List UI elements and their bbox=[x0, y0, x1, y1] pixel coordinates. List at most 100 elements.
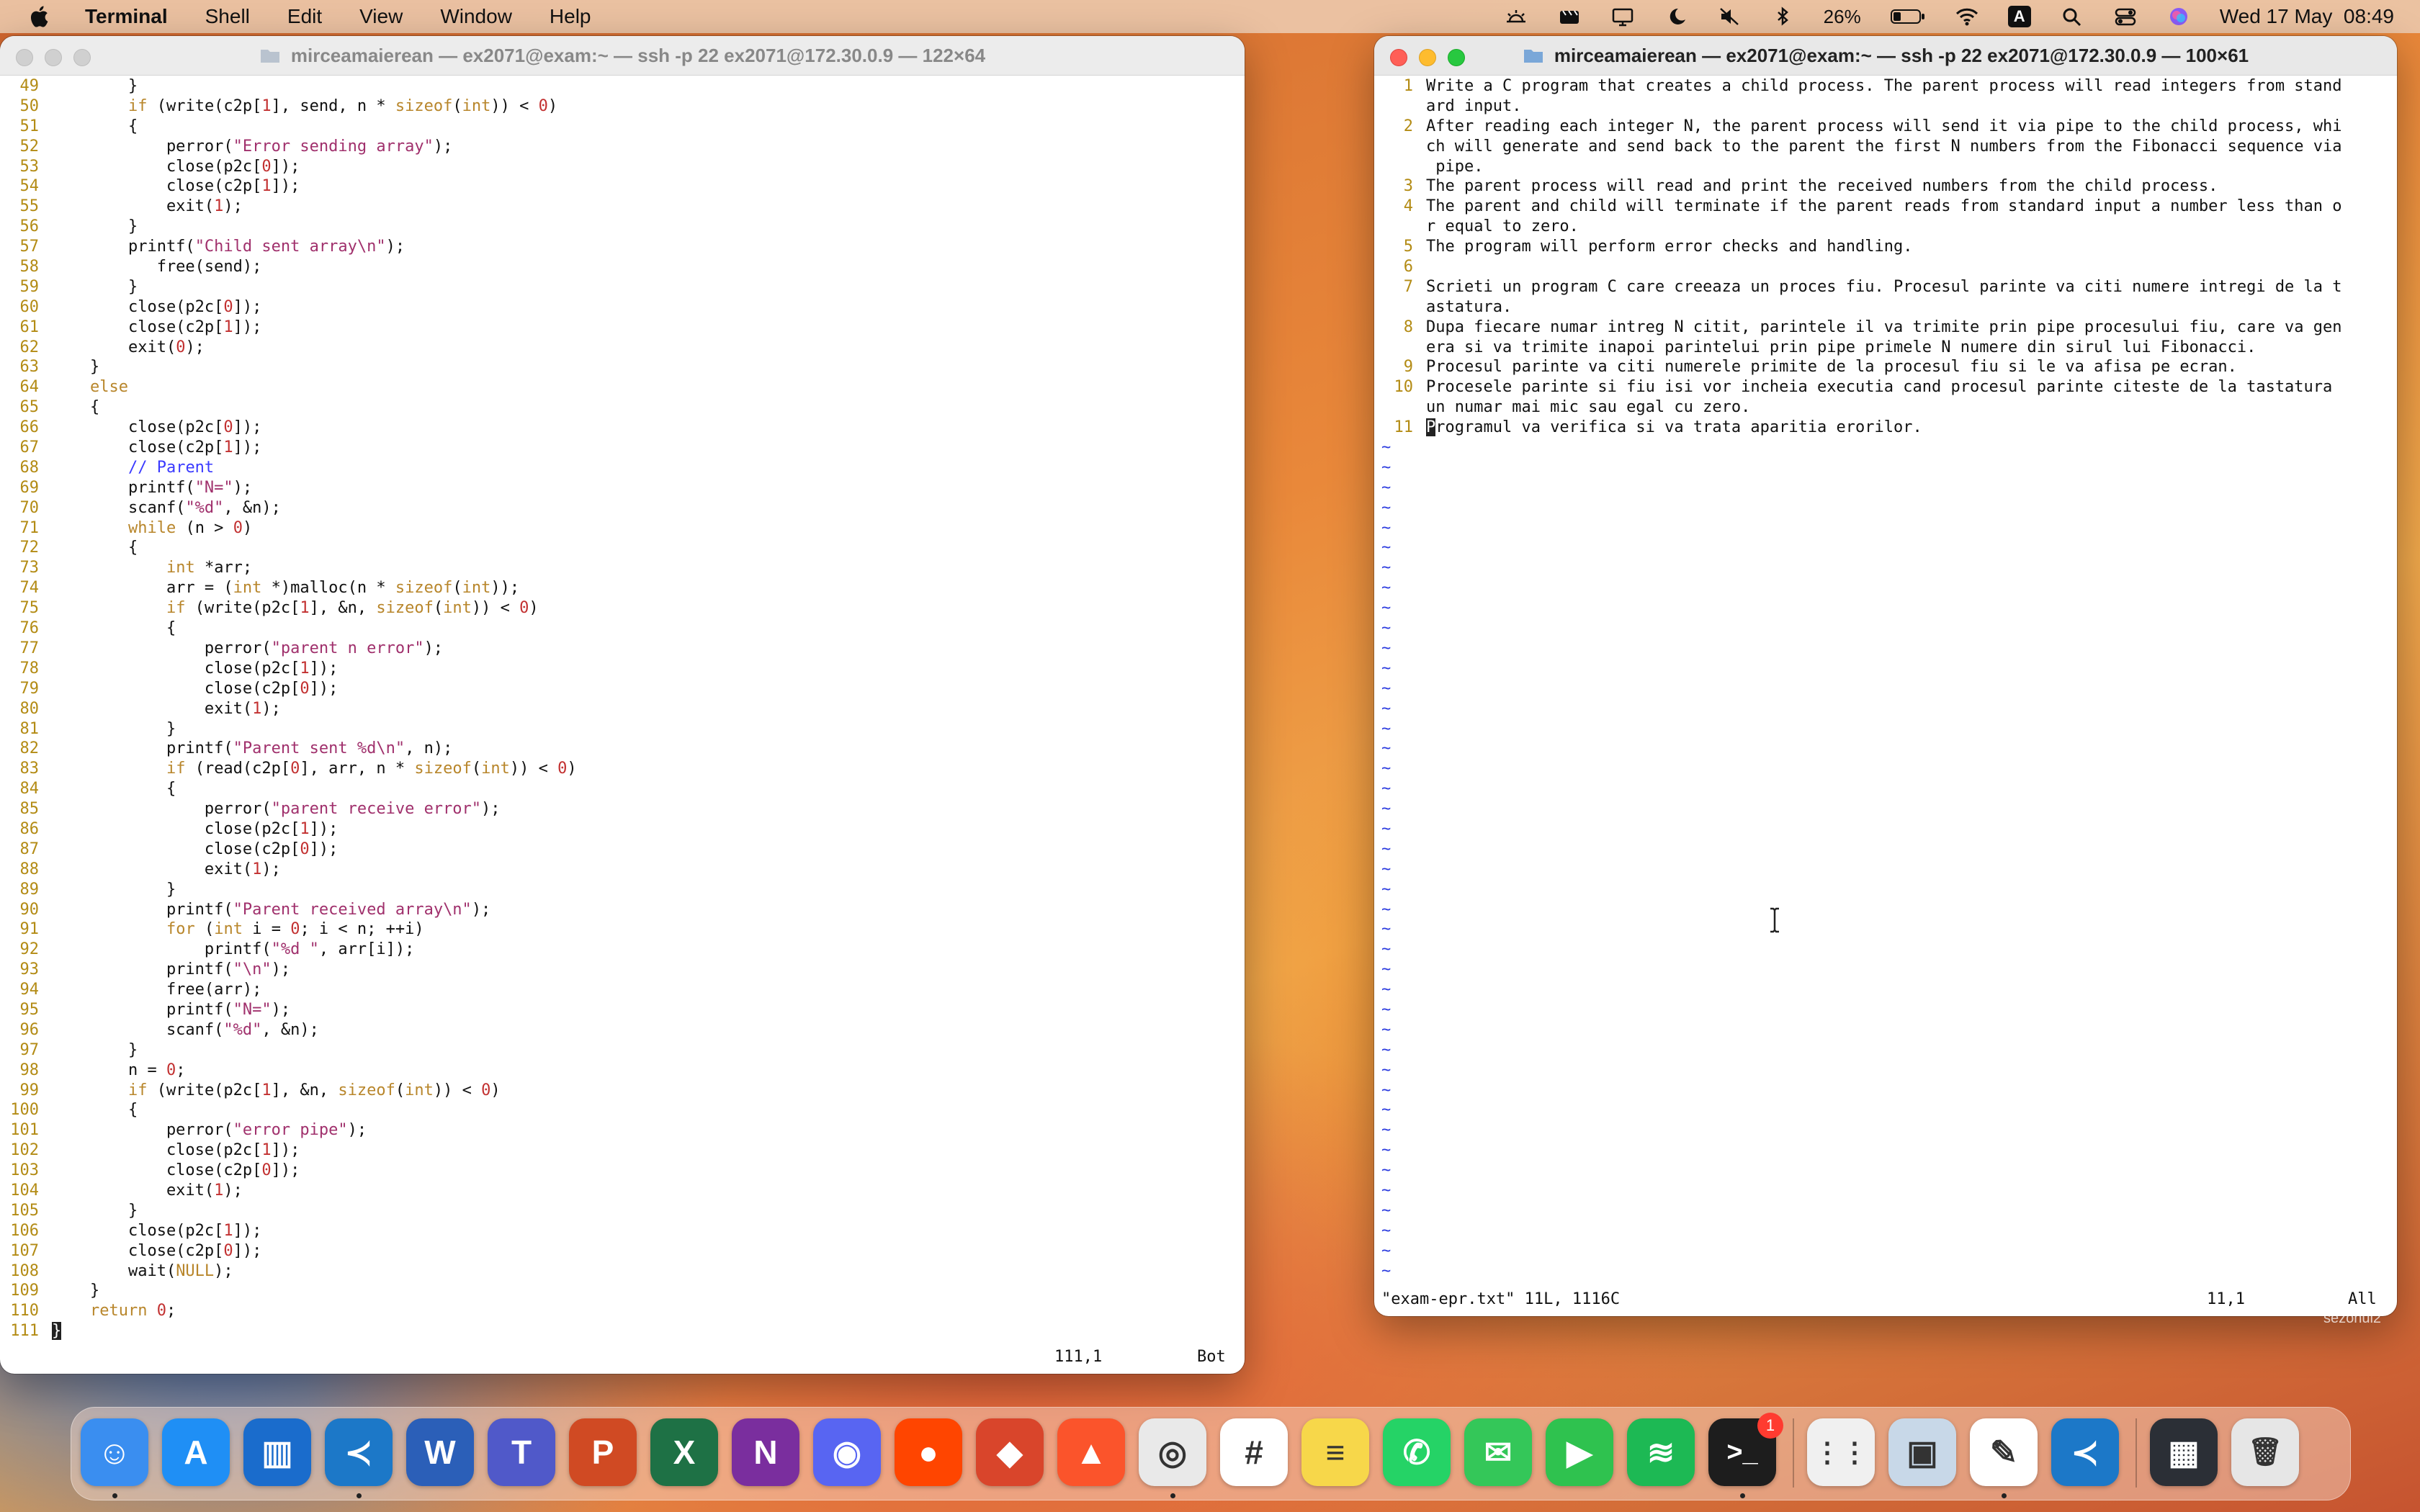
code-line[interactable]: 75 if (write(p2c[1], &n, sizeof(int)) < … bbox=[0, 598, 1232, 618]
minimize-button[interactable] bbox=[45, 49, 62, 66]
zoom-button[interactable] bbox=[73, 49, 91, 66]
siri-icon[interactable] bbox=[2166, 6, 2191, 27]
code-line[interactable]: 72 { bbox=[0, 538, 1232, 558]
code-line[interactable]: 107 close(c2p[0]); bbox=[0, 1241, 1232, 1261]
dock-visual-studio-code-icon[interactable]: ≺ bbox=[2051, 1418, 2119, 1486]
clapper-icon[interactable] bbox=[1557, 6, 1582, 27]
code-line[interactable]: 111} bbox=[0, 1321, 1232, 1341]
code-line[interactable]: 95 printf("N="); bbox=[0, 1000, 1232, 1020]
text-line[interactable]: 8 Dupa fiecare numar intreg N citit, pari… bbox=[1374, 318, 2390, 338]
text-line[interactable]: era si va trimite inapoi parintelui prin… bbox=[1374, 338, 2390, 358]
dock-trash-icon[interactable]: 🗑 bbox=[2231, 1418, 2299, 1486]
code-line[interactable]: 63 } bbox=[0, 357, 1232, 377]
mute-icon[interactable] bbox=[1717, 6, 1742, 27]
code-line[interactable]: 101 perror("error pipe"); bbox=[0, 1120, 1232, 1140]
code-line[interactable]: 57 printf("Child sent array\n"); bbox=[0, 237, 1232, 257]
code-line[interactable]: 91 for (int i = 0; i < n; ++i) bbox=[0, 919, 1232, 940]
code-line[interactable]: 110 return 0; bbox=[0, 1301, 1232, 1321]
code-line[interactable]: 99 if (write(p2c[1], &n, sizeof(int)) < … bbox=[0, 1081, 1232, 1101]
text-line[interactable]: 3 The parent process will read and print … bbox=[1374, 176, 2390, 197]
dock-messages-icon[interactable]: ✉ bbox=[1464, 1418, 1532, 1486]
code-line[interactable]: 59 } bbox=[0, 277, 1232, 297]
code-line[interactable]: 105 } bbox=[0, 1201, 1232, 1221]
code-line[interactable]: 65 { bbox=[0, 397, 1232, 418]
code-line[interactable]: 94 free(arr); bbox=[0, 980, 1232, 1000]
input-source-icon[interactable]: A bbox=[2007, 6, 2031, 27]
code-line[interactable]: 64 else bbox=[0, 377, 1232, 397]
code-line[interactable]: 83 if (read(c2p[0], arr, n * sizeof(int)… bbox=[0, 759, 1232, 779]
spotlight-search-icon[interactable] bbox=[2060, 6, 2084, 27]
code-line[interactable]: 100 { bbox=[0, 1100, 1232, 1120]
code-line[interactable]: 84 { bbox=[0, 779, 1232, 799]
dock-brave-icon[interactable]: ▲ bbox=[1057, 1418, 1125, 1486]
code-line[interactable]: 81 } bbox=[0, 719, 1232, 739]
code-line[interactable]: 109 } bbox=[0, 1281, 1232, 1301]
code-line[interactable]: 82 printf("Parent sent %d\n", n); bbox=[0, 739, 1232, 759]
text-line[interactable]: 11 Programul va verifica si va trata apar… bbox=[1374, 418, 2390, 438]
close-button[interactable] bbox=[16, 49, 33, 66]
text-line[interactable]: 9 Procesul parinte va citi numerele primi… bbox=[1374, 357, 2390, 377]
code-line[interactable]: 78 close(p2c[1]); bbox=[0, 659, 1232, 679]
dock-finder-icon[interactable]: ☺ bbox=[81, 1418, 148, 1486]
code-line[interactable]: 52 perror("Error sending array"); bbox=[0, 137, 1232, 157]
dock-reddit-icon[interactable]: ● bbox=[895, 1418, 962, 1486]
code-line[interactable]: 85 perror("parent receive error"); bbox=[0, 799, 1232, 819]
code-line[interactable]: 79 close(c2p[0]); bbox=[0, 679, 1232, 699]
weather-icon[interactable] bbox=[1504, 6, 1528, 27]
dock-chrome-icon[interactable]: ◎ bbox=[1139, 1418, 1206, 1486]
menu-help[interactable]: Help bbox=[550, 5, 591, 28]
text-line[interactable]: 2 After reading each integer N, the paren… bbox=[1374, 117, 2390, 137]
menu-edit[interactable]: Edit bbox=[287, 5, 322, 28]
dock-slack-icon[interactable]: # bbox=[1220, 1418, 1288, 1486]
dock-notes-icon[interactable]: ≡ bbox=[1301, 1418, 1369, 1486]
code-line[interactable]: 93 printf("\n"); bbox=[0, 960, 1232, 980]
code-line[interactable]: 88 exit(1); bbox=[0, 860, 1232, 880]
code-line[interactable]: 90 printf("Parent received array\n"); bbox=[0, 900, 1232, 920]
code-line[interactable]: 50 if (write(c2p[1], send, n * sizeof(in… bbox=[0, 96, 1232, 117]
dock-discord-icon[interactable]: ◉ bbox=[813, 1418, 881, 1486]
code-line[interactable]: 102 close(p2c[1]); bbox=[0, 1140, 1232, 1161]
control-center-icon[interactable] bbox=[2113, 6, 2138, 27]
terminal-window-right[interactable]: mirceamaierean — ex2071@exam:~ — ssh -p … bbox=[1374, 36, 2397, 1316]
dock-textedit-icon[interactable]: ✎ bbox=[1970, 1418, 2038, 1486]
dock-whatsapp-icon[interactable]: ✆ bbox=[1383, 1418, 1451, 1486]
dock-word-icon[interactable]: W bbox=[406, 1418, 474, 1486]
dock-minimized-window-icon[interactable]: ▦ bbox=[2150, 1418, 2218, 1486]
text-line[interactable]: 6 bbox=[1374, 257, 2390, 277]
code-line[interactable]: 104 exit(1); bbox=[0, 1181, 1232, 1201]
text-line[interactable]: pipe. bbox=[1374, 157, 2390, 177]
code-line[interactable]: 68 // Parent bbox=[0, 458, 1232, 478]
code-line[interactable]: 51 { bbox=[0, 117, 1232, 137]
code-line[interactable]: 53 close(p2c[0]); bbox=[0, 157, 1232, 177]
code-line[interactable]: 92 printf("%d ", arr[i]); bbox=[0, 940, 1232, 960]
code-line[interactable]: 56 } bbox=[0, 217, 1232, 237]
text-line[interactable]: 7 Scrieti un program C care creeaza un pr… bbox=[1374, 277, 2390, 297]
moon-icon[interactable] bbox=[1664, 6, 1688, 27]
dock-launchpad-icon[interactable]: ⋮⋮ bbox=[1807, 1418, 1875, 1486]
code-line[interactable]: 103 close(c2p[0]); bbox=[0, 1161, 1232, 1181]
text-line[interactable]: ard input. bbox=[1374, 96, 2390, 117]
text-line[interactable]: un numar mai mic sau egal cu zero. bbox=[1374, 397, 2390, 418]
code-editor[interactable]: 49 } 50 if (write(c2p[1], send, n * sizeo… bbox=[0, 76, 1232, 1341]
code-line[interactable]: 54 close(c2p[1]); bbox=[0, 176, 1232, 197]
menu-window[interactable]: Window bbox=[440, 5, 512, 28]
code-line[interactable]: 69 printf("N="); bbox=[0, 478, 1232, 498]
dock-facetime-icon[interactable]: ▶ bbox=[1546, 1418, 1613, 1486]
text-line[interactable]: ch will generate and send back to the pa… bbox=[1374, 137, 2390, 157]
code-line[interactable]: 61 close(c2p[1]); bbox=[0, 318, 1232, 338]
dock-remote-desktop-icon[interactable]: ◆ bbox=[976, 1418, 1044, 1486]
code-line[interactable]: 108 wait(NULL); bbox=[0, 1261, 1232, 1282]
dock-onenote-icon[interactable]: N bbox=[732, 1418, 799, 1486]
zoom-button[interactable] bbox=[1448, 49, 1465, 66]
dock-excel-icon[interactable]: X bbox=[650, 1418, 718, 1486]
text-line[interactable]: 10 Procesele parinte si fiu isi vor inche… bbox=[1374, 377, 2390, 397]
clock[interactable]: Wed 17 May 08:49 bbox=[2220, 5, 2394, 28]
dock-trello-icon[interactable]: ▥ bbox=[243, 1418, 311, 1486]
code-line[interactable]: 80 exit(1); bbox=[0, 699, 1232, 719]
text-line[interactable]: astatura. bbox=[1374, 297, 2390, 318]
bluetooth-icon[interactable] bbox=[1770, 6, 1795, 27]
code-line[interactable]: 60 close(p2c[0]); bbox=[0, 297, 1232, 318]
code-line[interactable]: 98 n = 0; bbox=[0, 1061, 1232, 1081]
minimize-button[interactable] bbox=[1419, 49, 1436, 66]
menu-view[interactable]: View bbox=[359, 5, 403, 28]
